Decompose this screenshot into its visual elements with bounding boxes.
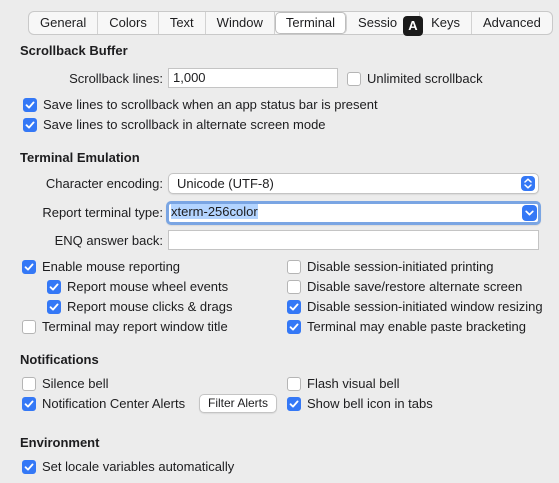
set-locale-label: Set locale variables automatically xyxy=(42,459,235,474)
tab-keys[interactable]: Keys xyxy=(420,12,472,34)
scrollback-lines-label: Scrollback lines: xyxy=(69,71,163,86)
tab-advanced[interactable]: Advanced xyxy=(472,12,552,34)
tab-window[interactable]: Window xyxy=(206,12,275,34)
save-lines-alternate-label: Save lines to scrollback in alternate sc… xyxy=(43,117,326,132)
silence-bell-label: Silence bell xyxy=(42,376,109,391)
disable-alternate-screen-checkbox[interactable]: Disable save/restore alternate screen xyxy=(287,279,522,294)
enq-answer-back-field[interactable] xyxy=(168,230,539,250)
checkmark-icon xyxy=(287,299,301,314)
tab-general[interactable]: General xyxy=(29,12,99,34)
notification-center-label: Notification Center Alerts xyxy=(42,396,186,411)
report-terminal-type-label: Report terminal type: xyxy=(42,205,163,220)
checkmark-icon xyxy=(22,459,36,474)
unlimited-scrollback-checkbox[interactable]: Unlimited scrollback xyxy=(347,71,483,86)
checkbox-box xyxy=(287,279,301,294)
emulation-section-title: Terminal Emulation xyxy=(20,150,140,165)
checkmark-icon xyxy=(23,97,37,112)
checkmark-icon xyxy=(22,396,36,411)
checkmark-icon xyxy=(287,396,301,411)
unlimited-scrollback-label: Unlimited scrollback xyxy=(367,71,483,86)
checkbox-box xyxy=(22,319,36,334)
checkmark-icon xyxy=(22,259,36,274)
flash-visual-bell-checkbox[interactable]: Flash visual bell xyxy=(287,376,400,391)
disable-printing-checkbox[interactable]: Disable session-initiated printing xyxy=(287,259,493,274)
checkbox-box xyxy=(347,71,361,86)
character-encoding-label: Character encoding: xyxy=(45,176,163,191)
flash-visual-bell-label: Flash visual bell xyxy=(307,376,400,391)
tab-colors[interactable]: Colors xyxy=(98,12,159,34)
checkmark-icon xyxy=(23,117,37,132)
report-mouse-clicks-checkbox[interactable]: Report mouse clicks & drags xyxy=(47,299,232,314)
disable-alternate-screen-label: Disable save/restore alternate screen xyxy=(307,279,523,294)
checkmark-icon xyxy=(47,299,61,314)
notifications-section-title: Notifications xyxy=(20,352,99,367)
checkbox-box xyxy=(287,259,301,274)
chevron-down-icon xyxy=(522,205,537,221)
filter-alerts-button[interactable]: Filter Alerts xyxy=(199,394,278,413)
checkmark-icon xyxy=(47,279,61,294)
character-encoding-popup[interactable]: Unicode (UTF-8) xyxy=(168,173,539,194)
tab-text[interactable]: Text xyxy=(159,12,206,34)
report-mouse-clicks-label: Report mouse clicks & drags xyxy=(67,299,233,314)
report-window-title-label: Terminal may report window title xyxy=(42,319,228,334)
enable-mouse-reporting-label: Enable mouse reporting xyxy=(42,259,181,274)
enq-answer-back-label: ENQ answer back: xyxy=(54,233,163,248)
report-window-title-checkbox[interactable]: Terminal may report window title xyxy=(22,319,228,334)
popup-stepper-icon xyxy=(521,176,535,191)
save-lines-status-bar-label: Save lines to scrollback when an app sta… xyxy=(43,97,378,112)
enable-mouse-reporting-checkbox[interactable]: Enable mouse reporting xyxy=(22,259,180,274)
preferences-tab-bar: General Colors Text Window Terminal Sess… xyxy=(28,11,553,35)
scrollback-section-title: Scrollback Buffer xyxy=(20,43,128,58)
show-bell-icon-label: Show bell icon in tabs xyxy=(307,396,433,411)
disable-window-resizing-label: Disable session-initiated window resizin… xyxy=(307,299,543,314)
save-lines-alternate-checkbox[interactable]: Save lines to scrollback in alternate sc… xyxy=(23,117,326,132)
checkbox-box xyxy=(22,376,36,391)
character-encoding-value: Unicode (UTF-8) xyxy=(177,176,274,191)
notification-center-checkbox[interactable]: Notification Center Alerts xyxy=(22,396,185,411)
disable-window-resizing-checkbox[interactable]: Disable session-initiated window resizin… xyxy=(287,299,543,314)
tab-terminal[interactable]: Terminal xyxy=(274,12,348,34)
paste-bracketing-label: Terminal may enable paste bracketing xyxy=(307,319,526,334)
keyboard-shortcut-badge: A xyxy=(403,16,423,36)
report-terminal-type-combo[interactable]: xterm-256color xyxy=(166,201,541,225)
scrollback-lines-field[interactable]: 1,000 xyxy=(168,68,338,88)
environment-section-title: Environment xyxy=(20,435,100,450)
set-locale-checkbox[interactable]: Set locale variables automatically xyxy=(22,459,234,474)
report-mouse-wheel-label: Report mouse wheel events xyxy=(67,279,229,294)
disable-printing-label: Disable session-initiated printing xyxy=(307,259,494,274)
show-bell-icon-checkbox[interactable]: Show bell icon in tabs xyxy=(287,396,433,411)
checkmark-icon xyxy=(287,319,301,334)
silence-bell-checkbox[interactable]: Silence bell xyxy=(22,376,109,391)
report-terminal-type-value: xterm-256color xyxy=(171,204,258,219)
paste-bracketing-checkbox[interactable]: Terminal may enable paste bracketing xyxy=(287,319,526,334)
checkbox-box xyxy=(287,376,301,391)
save-lines-status-bar-checkbox[interactable]: Save lines to scrollback when an app sta… xyxy=(23,97,378,112)
report-mouse-wheel-checkbox[interactable]: Report mouse wheel events xyxy=(47,279,228,294)
